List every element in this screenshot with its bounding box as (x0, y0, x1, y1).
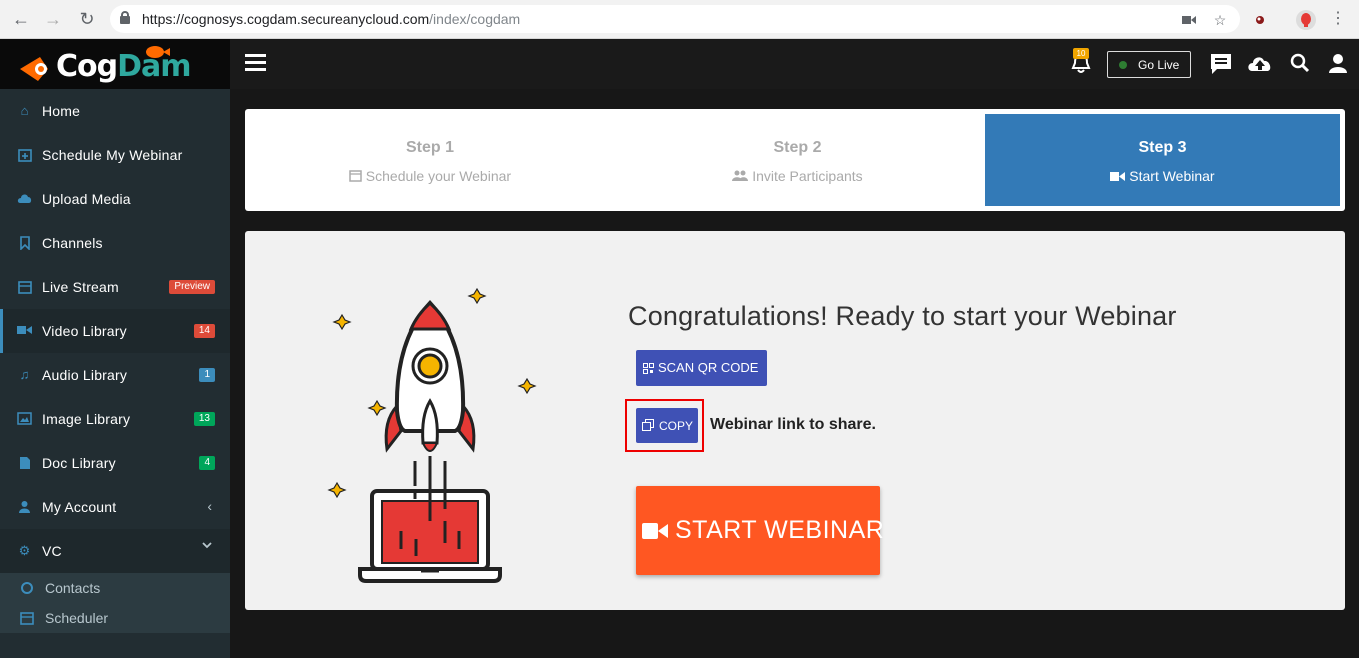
forward-icon[interactable]: → (42, 8, 64, 30)
sidebar: ⌂ Home Schedule My Webinar Upload Media … (0, 89, 230, 658)
document-icon (17, 456, 32, 470)
share-link-text: Webinar link to share. (710, 416, 876, 433)
step-2[interactable]: Step 2 Invite Participants (615, 114, 980, 206)
menu-toggle-icon[interactable] (245, 54, 266, 72)
profile-avatar[interactable] (1296, 10, 1316, 30)
sidebar-item-doc-library[interactable]: Doc Library 4 (0, 441, 230, 485)
top-navbar: 10 Go Live (230, 39, 1359, 89)
main-content: Step 1 Schedule your Webinar Step 2 Invi… (230, 89, 1359, 658)
chevron-left-icon: ‹ (207, 498, 212, 514)
copy-icon (642, 419, 654, 431)
video-camera-icon (17, 324, 32, 338)
address-bar[interactable]: https://cognosys.cogdam.secureanycloud.c… (110, 5, 1240, 33)
star-icon[interactable]: ☆ (1211, 11, 1229, 29)
calendar-icon (349, 168, 362, 184)
live-status-dot (1119, 61, 1127, 69)
start-webinar-panel: Congratulations! Ready to start your Web… (245, 231, 1345, 610)
sidebar-item-upload-media[interactable]: Upload Media (0, 177, 230, 221)
notification-count-badge: 10 (1073, 48, 1089, 59)
sidebar-item-image-library[interactable]: Image Library 13 (0, 397, 230, 441)
sidebar-item-my-account[interactable]: My Account ‹ (0, 485, 230, 529)
logo[interactable]: CogDam (0, 39, 230, 89)
lock-icon (120, 11, 130, 24)
sidebar-subitem-scheduler[interactable]: Scheduler (0, 603, 230, 633)
sidebar-item-audio-library[interactable]: ♫ Audio Library 1 (0, 353, 230, 397)
bookmark-icon (17, 236, 32, 251)
sidebar-item-schedule-webinar[interactable]: Schedule My Webinar (0, 133, 230, 177)
url-text: https://cognosys.cogdam.secureanycloud.c… (142, 11, 521, 27)
search-icon[interactable] (1288, 51, 1314, 77)
circle-icon (20, 581, 34, 595)
rocket-illustration (325, 281, 545, 601)
user-icon[interactable] (1325, 51, 1351, 77)
sidebar-item-vc[interactable]: ⚙ VC (0, 529, 230, 573)
vc-submenu: Contacts Scheduler (0, 573, 230, 633)
congratulations-heading: Congratulations! Ready to start your Web… (628, 301, 1177, 331)
chat-icon[interactable] (1208, 51, 1234, 77)
cloud-upload-icon[interactable] (1246, 51, 1272, 77)
start-webinar-button[interactable]: START WEBINAR (636, 486, 884, 575)
reload-icon[interactable]: ↻ (76, 8, 98, 30)
preview-badge: Preview (169, 280, 215, 294)
copy-link-button[interactable]: COPY (636, 408, 698, 443)
extension-icon[interactable] (1253, 13, 1267, 27)
more-options-icon[interactable]: ⋮ (1327, 8, 1349, 30)
users-icon (732, 168, 749, 184)
sidebar-item-channels[interactable]: Channels (0, 221, 230, 265)
sidebar-item-home[interactable]: ⌂ Home (0, 89, 230, 133)
qr-code-icon (643, 362, 654, 374)
count-badge: 14 (193, 324, 215, 338)
step-3[interactable]: Step 3 Start Webinar (985, 114, 1340, 206)
back-icon[interactable]: ← (10, 8, 32, 30)
music-icon: ♫ (19, 367, 30, 382)
calendar-plus-icon (17, 148, 32, 162)
sidebar-subitem-contacts[interactable]: Contacts (0, 573, 230, 603)
image-icon (17, 412, 32, 426)
sidebar-item-live-stream[interactable]: Live Stream Preview (0, 265, 230, 309)
video-camera-icon (1110, 168, 1126, 184)
user-icon (17, 500, 32, 514)
chevron-down-icon (202, 536, 212, 552)
calendar-icon (20, 611, 34, 625)
count-badge: 13 (193, 412, 215, 426)
sidebar-item-video-library[interactable]: Video Library 14 (0, 309, 230, 353)
logo-text-accent: Dam (117, 49, 191, 84)
cloud-upload-icon (17, 192, 32, 206)
camera-icon[interactable] (1180, 11, 1198, 29)
calendar-icon (17, 280, 32, 294)
step-1[interactable]: Step 1 Schedule your Webinar (250, 114, 610, 206)
logo-text: Cog (56, 49, 118, 84)
wizard-steps: Step 1 Schedule your Webinar Step 2 Invi… (245, 109, 1345, 211)
count-badge: 1 (199, 368, 215, 382)
cogs-icon: ⚙ (18, 543, 31, 558)
scan-qr-code-button[interactable]: SCAN QR CODE (636, 350, 767, 386)
count-badge: 4 (199, 456, 215, 470)
video-camera-icon (642, 519, 668, 539)
go-live-button[interactable]: Go Live (1107, 51, 1191, 78)
home-icon: ⌂ (20, 103, 29, 118)
browser-toolbar: ← → ↻ https://cognosys.cogdam.secureanyc… (0, 0, 1359, 39)
